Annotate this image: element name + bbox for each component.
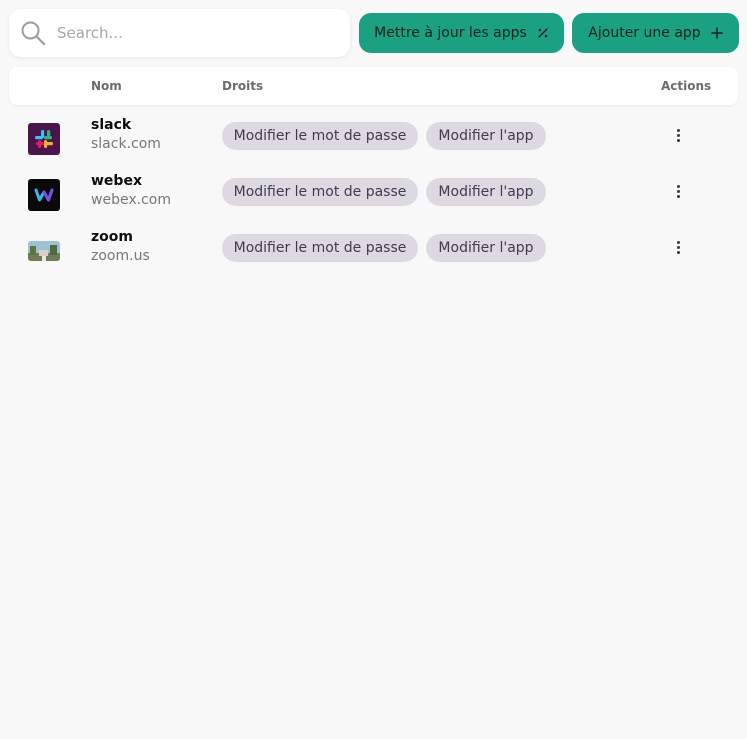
more-actions-icon[interactable]: [672, 237, 684, 257]
search-input[interactable]: [57, 9, 337, 57]
app-domain: webex.com: [91, 192, 171, 208]
table-row: webex webex.com Modifier le mot de passe…: [0, 173, 747, 229]
right-chip: Modifier le mot de passe: [222, 122, 418, 150]
table-row: zoom zoom.us Modifier le mot de passe Mo…: [0, 229, 747, 285]
add-app-label: Ajouter une app: [588, 25, 701, 41]
update-apps-label: Mettre à jour les apps: [374, 25, 527, 41]
table-header: Nom Droits Actions: [9, 67, 738, 105]
right-chip: Modifier le mot de passe: [222, 178, 418, 206]
right-chip: Modifier l'app: [426, 234, 546, 262]
column-header-actions: Actions: [661, 79, 712, 93]
more-actions-icon[interactable]: [672, 125, 684, 145]
right-chip: Modifier l'app: [426, 178, 546, 206]
app-name: webex: [91, 173, 142, 189]
app-name: slack: [91, 117, 132, 133]
webex-logo-icon: [28, 179, 60, 211]
percent-icon: [537, 27, 549, 39]
search-icon: [21, 21, 46, 46]
more-actions-icon[interactable]: [672, 181, 684, 201]
app-name: zoom: [91, 229, 133, 245]
update-apps-button[interactable]: Mettre à jour les apps: [359, 13, 564, 53]
right-chip: Modifier l'app: [426, 122, 546, 150]
app-domain: zoom.us: [91, 248, 150, 264]
zoom-logo-image: [28, 241, 60, 261]
right-chip: Modifier le mot de passe: [222, 234, 418, 262]
app-domain: slack.com: [91, 136, 161, 152]
add-app-button[interactable]: Ajouter une app: [572, 13, 739, 53]
apps-page: Mettre à jour les apps Ajouter une app N…: [0, 0, 747, 739]
plus-icon: [710, 27, 723, 39]
column-header-rights: Droits: [222, 79, 264, 93]
column-header-name: Nom: [91, 79, 122, 93]
search-bar: [9, 9, 350, 57]
slack-logo-icon: [28, 123, 60, 155]
table-row: slack slack.com Modifier le mot de passe…: [0, 117, 747, 173]
